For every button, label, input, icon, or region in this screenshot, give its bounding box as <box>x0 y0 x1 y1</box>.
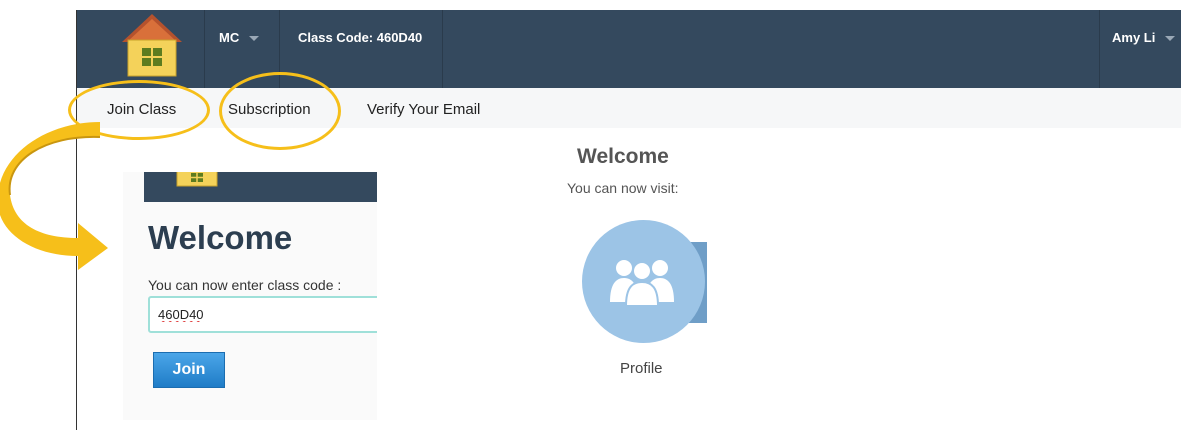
users-icon <box>610 260 674 307</box>
home-logo[interactable] <box>104 10 204 88</box>
top-navbar: MC Class Code: 460D40 Amy Li <box>77 10 1181 88</box>
navbar-divider <box>1099 10 1100 88</box>
highlight-ring-subscription <box>219 72 341 150</box>
tab-verify-email[interactable]: Verify Your Email <box>367 101 480 118</box>
mc-menu-label: MC <box>219 30 240 45</box>
home-icon <box>122 14 182 77</box>
dropdown-caret-icon <box>249 36 260 42</box>
inset-screenshot: Welcome You can now enter class code : J… <box>123 172 377 420</box>
welcome-subtitle: You can now visit: <box>567 180 679 196</box>
join-button[interactable]: Join <box>153 352 225 388</box>
profile-tile[interactable] <box>582 220 707 345</box>
profile-label: Profile <box>620 360 663 377</box>
dropdown-caret-icon <box>1165 36 1176 42</box>
home-icon <box>176 172 218 187</box>
class-code-prompt: You can now enter class code : <box>148 277 342 293</box>
mc-menu[interactable]: MC <box>219 30 260 45</box>
class-code-label: Class Code: 460D40 <box>298 30 423 45</box>
curved-arrow-icon <box>0 122 108 270</box>
class-code-input[interactable] <box>148 296 377 333</box>
welcome-title: Welcome <box>577 145 669 168</box>
navbar-divider <box>442 10 443 88</box>
inset-welcome-title: Welcome <box>148 219 293 256</box>
navbar-divider <box>204 10 205 88</box>
inset-navbar <box>144 172 377 202</box>
user-menu[interactable]: Amy Li <box>1112 30 1176 45</box>
user-name: Amy Li <box>1112 30 1156 45</box>
